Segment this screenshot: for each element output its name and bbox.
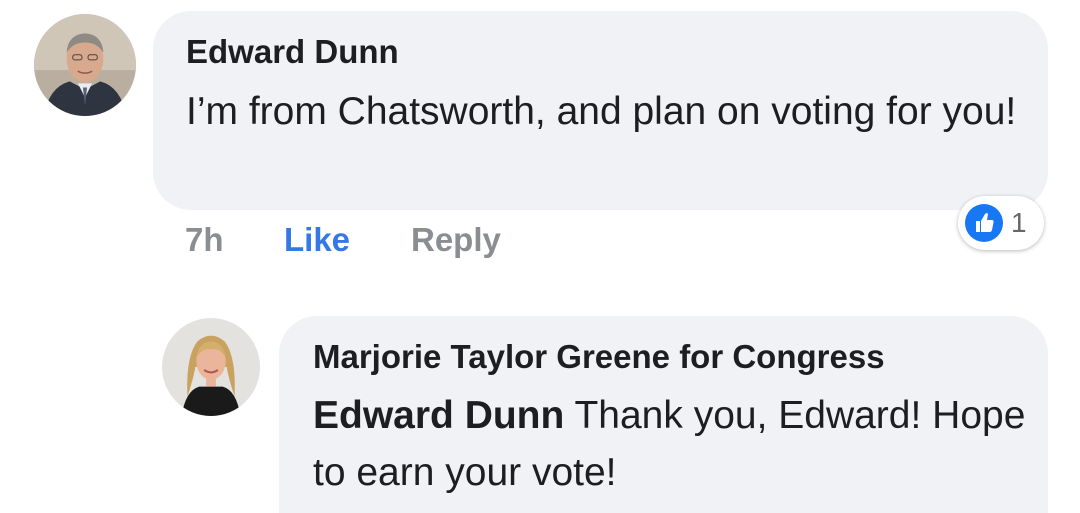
comment-author-name[interactable]: Edward Dunn: [186, 32, 399, 72]
reply-text: Edward Dunn Thank you, Edward! Hope to e…: [313, 387, 1033, 501]
woman-portrait-avatar-image: [162, 318, 260, 416]
mention-tag[interactable]: Edward Dunn: [313, 394, 564, 437]
like-button[interactable]: Like: [284, 218, 350, 262]
reply-button[interactable]: Reply: [411, 218, 501, 262]
comment-text: I’m from Chatsworth, and plan on voting …: [186, 90, 1017, 133]
comment-timestamp[interactable]: 7h: [185, 218, 224, 262]
reaction-count: 1: [1011, 207, 1027, 238]
reply-author-name[interactable]: Marjorie Taylor Greene for Congress: [313, 337, 885, 377]
commenter-avatar[interactable]: [34, 14, 136, 116]
thumbs-up-icon: [965, 204, 1003, 242]
reaction-summary[interactable]: 1: [958, 196, 1044, 250]
man-portrait-avatar-image: [34, 14, 136, 116]
page-avatar[interactable]: [162, 318, 260, 416]
